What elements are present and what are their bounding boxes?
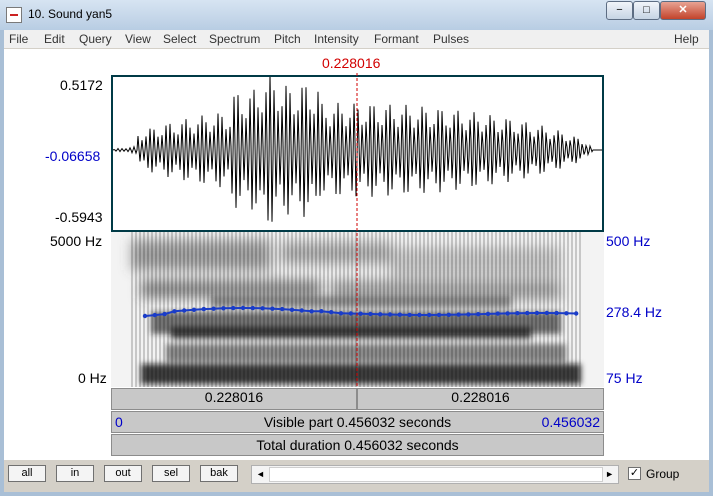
window-title: 10. Sound yan5 [28, 7, 113, 21]
menu-pitch[interactable]: Pitch [274, 32, 301, 46]
zoom-selection-button[interactable]: sel [152, 465, 190, 482]
scrollbar-thumb[interactable] [269, 467, 603, 482]
scroll-left-arrow-icon[interactable]: ◄ [256, 469, 265, 479]
total-duration-bar[interactable]: Total duration 0.456032 seconds [111, 434, 604, 456]
visible-part-bar[interactable]: 0 Visible part 0.456032 seconds 0.456032 [111, 411, 604, 433]
segment-left-duration: 0.228016 [204, 389, 264, 405]
menu-formant[interactable]: Formant [374, 32, 419, 46]
praat-sound-window: 10. Sound yan5 − □ ✕ File Edit Query Vie… [0, 0, 713, 496]
menu-edit[interactable]: Edit [44, 32, 65, 46]
menu-pulses[interactable]: Pulses [433, 32, 469, 46]
menu-query[interactable]: Query [79, 32, 112, 46]
menu-spectrum[interactable]: Spectrum [209, 32, 260, 46]
sound-editor-canvas[interactable]: 0.228016 0.5172 -0.06658 -0.5943 5000 Hz… [4, 49, 709, 460]
maximize-button[interactable]: □ [633, 1, 660, 20]
visible-part-label: Visible part 0.456032 seconds [263, 414, 452, 430]
segment-right-bar[interactable]: 0.228016 [357, 388, 604, 410]
zoom-back-button[interactable]: bak [200, 465, 238, 482]
menu-select[interactable]: Select [163, 32, 196, 46]
client-area: File Edit Query View Select Spectrum Pit… [4, 30, 709, 492]
menu-file[interactable]: File [9, 32, 28, 46]
menu-view[interactable]: View [125, 32, 151, 46]
segment-right-duration: 0.228016 [451, 389, 510, 405]
menu-help[interactable]: Help [674, 32, 699, 46]
scroll-right-arrow-icon[interactable]: ► [605, 469, 614, 479]
close-button[interactable]: ✕ [660, 1, 706, 20]
group-checkbox[interactable]: ✓ [628, 467, 641, 480]
zoom-all-button[interactable]: all [8, 465, 46, 482]
menu-bar: File Edit Query View Select Spectrum Pit… [4, 30, 709, 48]
title-bar[interactable]: 10. Sound yan5 − □ ✕ [0, 0, 713, 30]
visible-end-time: 0.456032 [541, 414, 600, 430]
group-label: Group [646, 467, 680, 481]
horizontal-scrollbar[interactable]: ◄ ► [251, 465, 619, 484]
segment-left-bar[interactable]: 0.228016 [111, 388, 357, 410]
minimize-button[interactable]: − [606, 1, 633, 20]
menu-intensity[interactable]: Intensity [314, 32, 359, 46]
total-duration-label: Total duration 0.456032 seconds [256, 437, 459, 453]
praat-app-icon [6, 7, 22, 23]
zoom-in-button[interactable]: in [56, 465, 94, 482]
bottom-toolbar: all in out sel bak ◄ ► ✓ Group [4, 460, 709, 492]
zoom-out-button[interactable]: out [104, 465, 142, 482]
